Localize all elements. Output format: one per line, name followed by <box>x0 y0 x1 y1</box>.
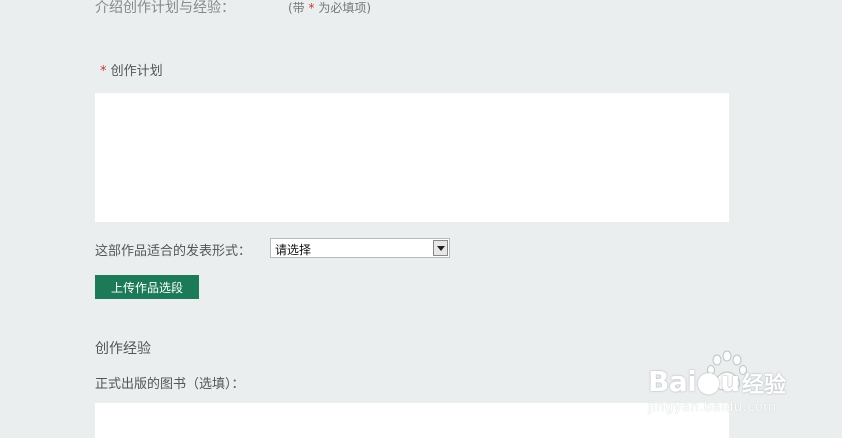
required-note: (带 * 为必填项) <box>288 0 371 16</box>
published-books-textarea[interactable] <box>95 403 729 438</box>
section-heading: 介绍创作计划与经验： <box>95 0 235 16</box>
required-star: * <box>308 1 315 15</box>
plan-required-mark: * <box>100 64 107 79</box>
required-note-rest: 为必填项) <box>318 1 372 15</box>
watermark-paw-glyph: ● <box>696 365 721 398</box>
plan-textarea[interactable] <box>95 93 729 222</box>
plan-label: * 创作计划 <box>100 60 163 79</box>
watermark-brand: Bai●u <box>648 365 740 398</box>
watermark-jingyan: 经验 <box>742 373 787 398</box>
watermark-brand-text: Bai <box>648 365 697 398</box>
publish-form-label: 这部作品适合的发表形式： <box>95 244 252 259</box>
watermark-brand-tail: u <box>720 365 740 398</box>
required-note-open: (带 <box>288 1 305 15</box>
publish-form-select[interactable]: 请选择 <box>270 238 450 258</box>
publish-form-selected: 请选择 <box>275 243 312 257</box>
experience-title: 创作经验 <box>95 341 151 357</box>
published-books-label: 正式出版的图书（选填）： <box>95 377 245 392</box>
plan-label-text: 创作计划 <box>110 64 163 79</box>
chevron-down-icon[interactable] <box>433 240 448 256</box>
upload-excerpt-button[interactable]: 上传作品选段 <box>95 275 199 299</box>
watermark-site: jingyan.baidu.com <box>648 400 777 415</box>
